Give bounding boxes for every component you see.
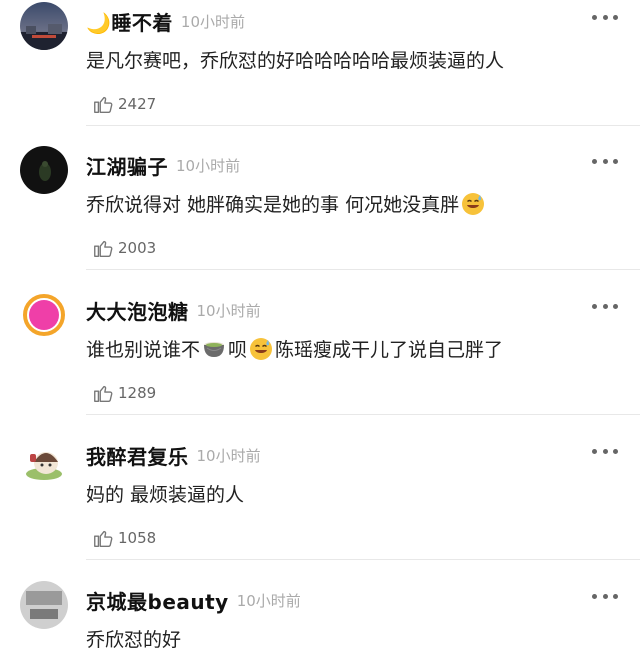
- comment-text: 是凡尔赛吧，乔欣怼的好哈哈哈哈哈最烦装逼的人: [86, 50, 505, 72]
- more-options-icon[interactable]: [592, 446, 618, 456]
- cartoon-avatar-icon: [20, 436, 68, 484]
- like-button[interactable]: 2427: [92, 92, 156, 116]
- thumbs-up-icon: [94, 240, 113, 257]
- grey-photo-avatar-icon: [20, 581, 68, 629]
- username-row: 大大泡泡糖 10小时前: [86, 295, 261, 325]
- username[interactable]: 江湖骗子: [86, 151, 168, 180]
- username-row: 京城最beauty 10小时前: [86, 585, 301, 615]
- username-row: 🌙睡不着 10小时前: [86, 6, 245, 36]
- comment-text: 乔欣说得对 她胖确实是她的事 何况她没真胖: [86, 190, 487, 217]
- more-options-icon[interactable]: [592, 591, 618, 601]
- comment-text: 妈的 最烦装逼的人: [86, 484, 245, 506]
- timestamp: 10小时前: [196, 446, 261, 465]
- avatar[interactable]: [20, 436, 68, 484]
- thumbs-up-icon: [94, 96, 113, 113]
- timestamp: 10小时前: [176, 156, 241, 175]
- comment-item: 我醉君复乐 10小时前 妈的 最烦装逼的人 1058: [0, 436, 640, 560]
- like-count: 1289: [118, 384, 157, 402]
- username[interactable]: 🌙睡不着: [86, 7, 173, 36]
- sweat-smile-icon: [250, 337, 273, 360]
- divider: [86, 269, 640, 270]
- comment-text: 谁也别说谁不 呗 陈瑶瘦成干儿了说自己胖了: [86, 335, 503, 362]
- comment-text-part: 陈瑶瘦成干儿了说自己胖了: [275, 339, 504, 361]
- comment-list: 🌙睡不着 10小时前 是凡尔赛吧，乔欣怼的好哈哈哈哈哈最烦装逼的人 2427 江…: [0, 0, 640, 656]
- avatar[interactable]: [20, 146, 68, 194]
- divider: [86, 414, 640, 415]
- username[interactable]: 京城最beauty: [86, 586, 229, 615]
- comment-text: 乔欣怼的好: [86, 629, 182, 651]
- more-options-icon[interactable]: [592, 12, 618, 22]
- more-options-icon[interactable]: [592, 156, 618, 166]
- like-count: 2003: [118, 239, 157, 257]
- avatar[interactable]: [20, 291, 68, 339]
- like-count: 2427: [118, 95, 157, 113]
- like-button[interactable]: 2003: [92, 236, 156, 260]
- comment-text-part: 谁也别说谁不: [86, 339, 201, 361]
- divider: [86, 559, 640, 560]
- tea-cup-icon: [204, 341, 225, 357]
- avatar[interactable]: [20, 581, 68, 629]
- like-button[interactable]: 1289: [92, 381, 156, 405]
- timestamp: 10小时前: [236, 591, 301, 610]
- timestamp: 10小时前: [180, 12, 245, 31]
- pink-ring-avatar-icon: [20, 291, 68, 339]
- username[interactable]: 大大泡泡糖: [86, 296, 189, 325]
- avatar[interactable]: [20, 2, 68, 50]
- night-sky-avatar-icon: [20, 2, 68, 50]
- like-button[interactable]: 1058: [92, 526, 156, 550]
- like-count: 1058: [118, 529, 157, 547]
- comment-item: 🌙睡不着 10小时前 是凡尔赛吧，乔欣怼的好哈哈哈哈哈最烦装逼的人 2427: [0, 2, 640, 126]
- timestamp: 10小时前: [196, 301, 261, 320]
- username[interactable]: 我醉君复乐: [86, 441, 189, 470]
- more-options-icon[interactable]: [592, 301, 618, 311]
- comment-text-part: 呗: [228, 339, 248, 361]
- comment-item: 京城最beauty 10小时前 乔欣怼的好: [0, 581, 640, 656]
- sweat-smile-icon: [462, 192, 485, 215]
- comment-item: 大大泡泡糖 10小时前 谁也别说谁不 呗 陈瑶瘦成干儿了说自己胖了 1289: [0, 291, 640, 415]
- comment-item: 江湖骗子 10小时前 乔欣说得对 她胖确实是她的事 何况她没真胖 2003: [0, 146, 640, 270]
- divider: [86, 125, 640, 126]
- comment-text-part: 乔欣说得对 她胖确实是她的事 何况她没真胖: [86, 194, 460, 216]
- username-row: 我醉君复乐 10小时前: [86, 440, 261, 470]
- dark-photo-avatar-icon: [20, 146, 68, 194]
- username-row: 江湖骗子 10小时前: [86, 150, 240, 180]
- thumbs-up-icon: [94, 530, 113, 547]
- thumbs-up-icon: [94, 385, 113, 402]
